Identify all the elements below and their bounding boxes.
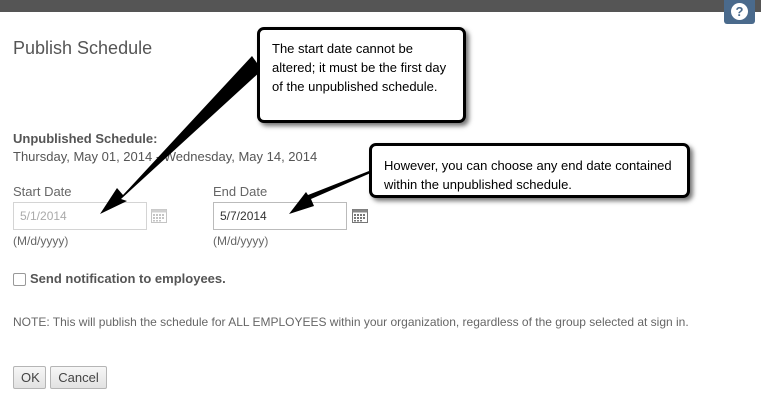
start-date-arrow [100,56,262,214]
end-date-callout-text: However, you can choose any end date con… [384,158,672,192]
end-date-callout: However, you can choose any end date con… [369,143,690,198]
end-date-arrow [289,165,373,214]
start-date-callout-text: The start date cannot be altered; it mus… [272,41,447,94]
start-date-callout: The start date cannot be altered; it mus… [257,27,466,123]
